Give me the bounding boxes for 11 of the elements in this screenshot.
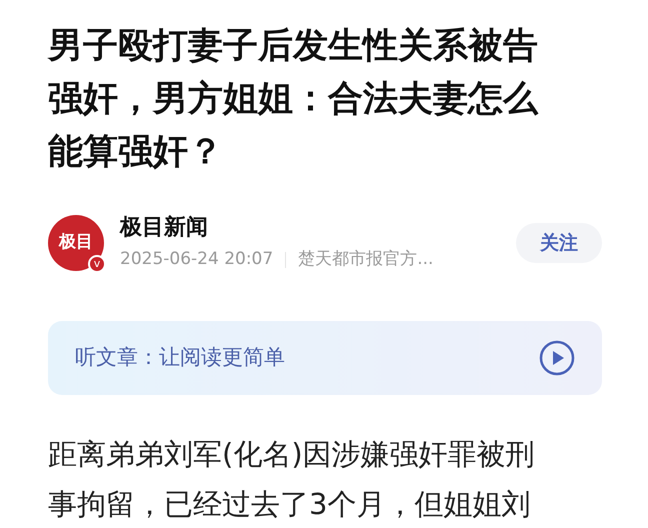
- publish-time: 2025-06-24 20:07: [120, 248, 274, 271]
- verified-badge: v: [88, 254, 106, 273]
- publisher-logo: 极目 v: [48, 214, 104, 271]
- listen-card[interactable]: 听文章：让阅读更简单: [48, 320, 602, 394]
- play-icon[interactable]: [539, 340, 575, 376]
- article-title: 男子殴打妻子后发生性关系被告强奸，男方姐姐：合法夫妻怎么能算强奸？: [48, 25, 540, 174]
- article-paragraph: 距离弟弟刘军(化名)因涉嫌强奸罪被刑 事拘留，已经过去了3个月，但姐姐刘: [48, 436, 536, 522]
- author-name[interactable]: 极目新闻: [120, 213, 434, 243]
- listen-label: 听文章：让阅读更简单: [75, 344, 285, 371]
- follow-button[interactable]: 关注: [516, 222, 602, 263]
- source-label: 楚天都市报官方...: [298, 248, 434, 271]
